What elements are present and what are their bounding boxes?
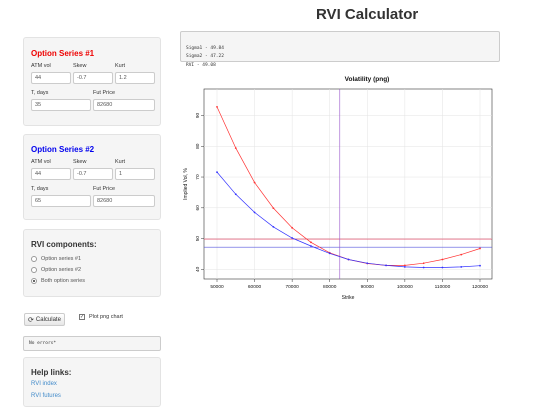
series-1-point [422,262,425,265]
x-tick-label: 50000 [210,284,224,290]
series1-atm-label: ATM vol [31,63,51,69]
series-2-point [234,193,237,196]
series-2-line [216,171,481,268]
series-2-point [366,262,369,265]
plot-png-toggle[interactable]: ✓ Plot png chart [79,314,123,320]
x-tick-label: 90000 [361,284,375,290]
series1-kurt-label: Kurt [115,63,126,69]
plot-frame [203,88,493,280]
series1-days-label: T, days [31,90,49,96]
series-1-point [253,181,256,184]
x-tick-label: 80000 [323,284,337,290]
series1-fut-label: Fut Price [93,90,116,96]
series-1-point [403,264,406,267]
x-tick-label: 110000 [435,284,451,290]
result-rvi: RVI - 49.08 [186,62,216,68]
series2-skew-label: Skew [73,159,87,165]
refresh-icon: ⟳ [28,316,34,324]
series2-atm-input[interactable]: 44 [31,168,71,180]
series-1-point [460,253,463,256]
series1-kurt-input[interactable]: 1.2 [115,72,155,84]
radio-button[interactable] [31,256,37,262]
series2-atm-label: ATM vol [31,159,51,165]
series1-atm-input[interactable]: 44 [31,72,71,84]
series-2-point [460,266,463,268]
series-1-line [216,106,481,266]
series1-days-input[interactable]: 35 [31,99,91,111]
components-heading: RVI components: [31,240,97,249]
y-tick-label: 40 [195,266,201,272]
results-output: Sigma1 - 49.84 Sigma2 - 47.22 RVI - 49.0… [180,31,500,68]
x-tick-label: 100000 [397,284,413,290]
series-2-point [272,226,275,228]
radio-series2[interactable]: Option series #2 [31,267,81,273]
series2-kurt-input[interactable]: 1 [115,168,155,180]
series-2-point [385,264,387,267]
volatility-chart: Volatility (png) 50000 60000 70000 80000 900… [183,76,493,301]
calculate-button[interactable]: ⟳ Calculate [24,313,65,326]
errors-output: No errors* [23,336,161,351]
series2-skew-input[interactable]: -0.7 [73,168,113,180]
series2-title: Option Series #2 [31,145,95,154]
series-2-point [422,266,425,269]
series2-kurt-label: Kurt [115,159,126,165]
page-title: RVI Calculator [316,6,419,23]
series2-days-input[interactable]: 65 [31,195,91,207]
radio-both-series[interactable]: Both option series [31,278,85,284]
series1-skew-label: Skew [73,63,87,69]
calculate-label: Calculate [35,316,61,323]
x-axis-label: Strike [342,295,355,301]
series-2-point [216,171,218,174]
series-2-point [310,245,312,247]
series-2-point [403,266,406,268]
series1-fut-input[interactable]: 82680 [93,99,155,111]
x-tick-label: 70000 [285,284,299,290]
series-1-point [216,105,218,108]
series-1-point [441,258,444,261]
series-2-point [291,237,294,239]
series-1-point [310,241,312,244]
help-heading: Help links: [31,368,72,377]
y-tick-label: 80 [195,143,201,149]
series-1-point [272,207,275,210]
link-rvi-index[interactable]: RVI index [31,381,57,387]
series-1-point [291,226,294,229]
y-tick-label: 70 [195,174,201,180]
link-rvi-futures[interactable]: RVI futures [31,393,61,399]
radio-series1[interactable]: Option series #1 [31,256,81,262]
chart-title: Volatility (png) [345,76,390,83]
series-2-point [347,258,350,261]
series1-skew-input[interactable]: -0.7 [73,72,113,84]
series1-title: Option Series #1 [31,49,95,58]
result-sigma2: Sigma2 - 47.22 [186,54,224,59]
x-tick-label: 60000 [248,284,262,290]
checkbox[interactable]: ✓ [79,314,85,320]
radio-button[interactable] [31,267,37,273]
series-2-point [441,266,444,269]
series2-days-label: T, days [31,186,49,192]
radio-label: Both option series [41,278,86,284]
series2-fut-input[interactable]: 82680 [93,195,155,207]
series2-fut-label: Fut Price [93,186,116,192]
radio-label: Option series #2 [41,267,82,273]
series-1-point [234,147,237,149]
y-tick-label: 90 [195,112,201,118]
y-axis-label: Implied Vol, % [183,168,189,200]
plot-png-label: Plot png chart [89,314,123,320]
y-tick-label: 50 [195,236,201,242]
radio-button[interactable] [31,278,37,284]
result-sigma1: Sigma1 - 49.84 [186,45,224,51]
series-2-point [328,252,331,255]
series-2-point [479,264,481,267]
radio-label: Option series #1 [41,256,82,262]
x-tick-label: 120000 [472,284,488,290]
series-2-point [253,211,256,214]
y-tick-label: 60 [195,205,201,211]
series-1-point [479,247,481,250]
